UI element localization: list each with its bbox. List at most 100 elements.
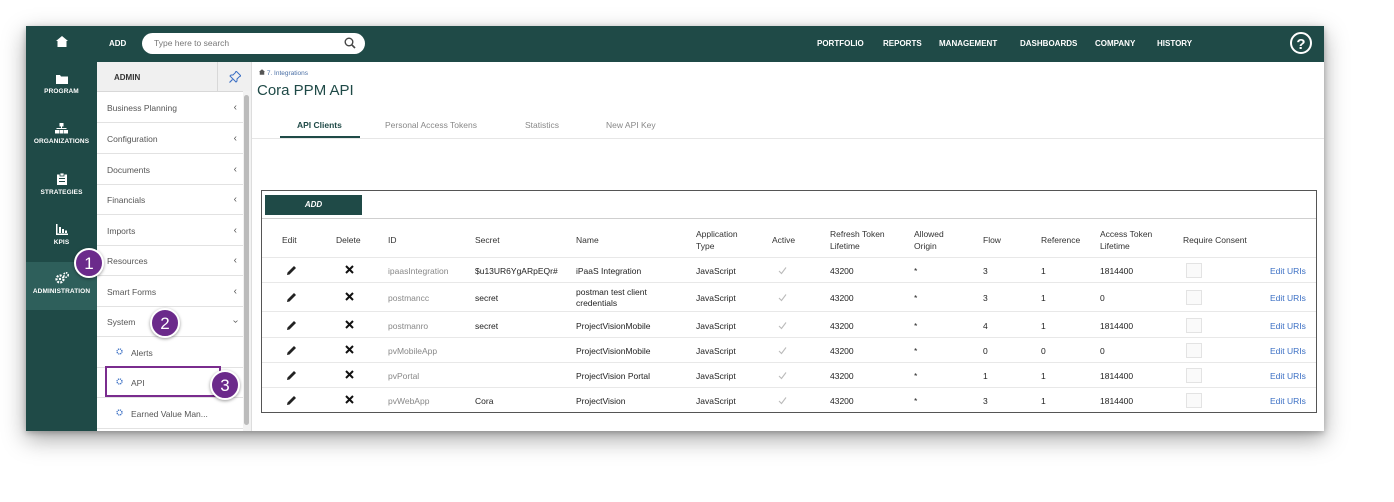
delete-x-icon[interactable] [345,345,354,354]
delete-x-icon[interactable] [345,395,354,404]
edit-pencil-icon[interactable] [286,370,297,381]
cell-id: pvPortal [388,371,420,381]
delete-x-icon[interactable] [345,292,354,301]
search-icon[interactable] [344,37,356,49]
edit-pencil-icon[interactable] [286,395,297,406]
require-consent-checkbox[interactable] [1186,290,1202,305]
tab-new-api-key[interactable]: New API Key [606,120,656,130]
cell-refresh-token-lifetime: 43200 [830,371,854,381]
rail-strategies[interactable]: STRATEGIES [26,173,97,207]
menu-smart-forms[interactable]: Smart Forms ‹ [97,276,243,307]
require-consent-checkbox[interactable] [1186,393,1202,408]
submenu-alerts[interactable]: Alerts [97,337,243,368]
delete-x-icon[interactable] [345,370,354,379]
cell-access-token-lifetime: 1814400 [1100,266,1134,276]
icon-rail: PROGRAM ORGANIZATIONS STRATEGIES KPIS AD… [26,26,97,431]
scrollbar-thumb[interactable] [244,95,249,425]
nav-reports[interactable]: REPORTS [883,39,922,48]
cell-flow: 3 [983,396,988,406]
gear-icon [116,348,123,355]
menu-financials[interactable]: Financials ‹ [97,184,243,215]
edit-pencil-icon[interactable] [286,265,297,276]
delete-x-icon[interactable] [345,265,354,274]
add-button[interactable]: ADD [109,39,126,48]
active-checkbox[interactable] [778,346,787,355]
col-header-edit: Edit [282,235,297,245]
menu-business-planning[interactable]: Business Planning ‹ [97,92,243,123]
cell-access-token-lifetime: 0 [1100,293,1105,303]
chevron-left-icon: ‹ [233,194,237,205]
require-consent-checkbox[interactable] [1186,368,1202,383]
edit-uris-link[interactable]: Edit URIs [1270,266,1306,277]
tab-statistics[interactable]: Statistics [525,120,559,130]
cell-application-type: JavaScript [696,321,736,331]
require-consent-checkbox[interactable] [1186,318,1202,333]
nav-history[interactable]: HISTORY [1157,39,1192,48]
delete-x-icon[interactable] [345,320,354,329]
tab-personal-access-tokens[interactable]: Personal Access Tokens [385,120,477,130]
add-client-button[interactable]: ADD [265,195,362,215]
chevron-left-icon: ‹ [233,255,237,266]
nav-company[interactable]: COMPANY [1095,39,1135,48]
chevron-left-icon: ‹ [233,164,237,175]
menu-label: Imports [107,226,136,236]
edit-uris-link[interactable]: Edit URIs [1270,371,1306,382]
menu-label: Resources [107,256,148,266]
api-clients-table: ADD Edit Delete ID Secret Name Applicati… [261,190,1317,413]
rail-organizations[interactable]: ORGANIZATIONS [26,123,97,157]
require-consent-checkbox[interactable] [1186,263,1202,278]
nav-management[interactable]: MANAGEMENT [939,39,997,48]
col-header-name: Name [576,235,599,245]
edit-pencil-icon[interactable] [286,345,297,356]
nav-dashboards[interactable]: DASHBOARDS [1020,39,1077,48]
menu-label: Configuration [107,134,158,144]
active-checkbox[interactable] [778,371,787,380]
cell-allowed-origin: * [914,266,918,276]
menu-resources[interactable]: Resources ‹ [97,245,243,276]
pin-icon [229,71,241,83]
active-checkbox[interactable] [778,293,787,302]
search-input[interactable] [152,37,336,49]
edit-uris-link[interactable]: Edit URIs [1270,396,1306,407]
chevron-left-icon: ‹ [233,102,237,113]
edit-uris-link[interactable]: Edit URIs [1270,321,1306,332]
row-divider [262,311,1316,312]
edit-uris-link[interactable]: Edit URIs [1270,293,1306,304]
sidebar-scrollbar[interactable] [243,91,251,431]
cell-access-token-lifetime: 0 [1100,346,1105,356]
nav-portfolio[interactable]: PORTFOLIO [817,39,864,48]
menu-documents[interactable]: Documents ‹ [97,154,243,185]
edit-pencil-icon[interactable] [286,320,297,331]
rail-program[interactable]: PROGRAM [26,74,97,108]
col-header-delete: Delete [336,235,361,245]
cell-secret: Cora [475,396,494,406]
pin-button[interactable] [217,62,251,91]
cell-allowed-origin: * [914,321,918,331]
rail-home[interactable] [26,36,97,58]
search-box[interactable] [142,33,365,54]
cell-id: ipaasIntegration [388,266,449,276]
active-checkbox[interactable] [778,266,787,275]
help-icon[interactable]: ? [1290,32,1312,54]
gears-icon [54,272,69,284]
require-consent-checkbox[interactable] [1186,343,1202,358]
edit-uris-link[interactable]: Edit URIs [1270,346,1306,357]
cell-allowed-origin: * [914,371,918,381]
rail-label: STRATEGIES [40,189,83,196]
col-header-require-consent: Require Consent [1183,235,1247,245]
edit-pencil-icon[interactable] [286,292,297,303]
breadcrumb-link[interactable]: 7. Integrations [267,70,308,77]
active-checkbox[interactable] [778,321,787,330]
menu-configuration[interactable]: Configuration ‹ [97,123,243,154]
cell-refresh-token-lifetime: 43200 [830,346,854,356]
cell-id: postmancc [388,293,430,303]
menu-imports[interactable]: Imports ‹ [97,215,243,246]
col-header-refresh-token-lifetime: Refresh Token Lifetime [830,229,885,251]
admin-title: ADMIN [114,73,141,82]
active-checkbox[interactable] [778,396,787,405]
col-header-application-type: Application Type [696,229,738,251]
submenu-earned-value[interactable]: Earned Value Man... [97,398,243,429]
home-icon [259,69,265,75]
tab-api-clients[interactable]: API Clients [297,120,342,130]
cell-access-token-lifetime: 1814400 [1100,321,1134,331]
